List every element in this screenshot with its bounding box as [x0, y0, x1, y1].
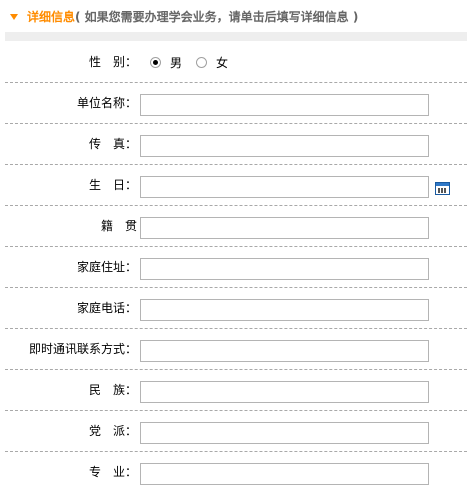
form-row-birthday: 生 日： — [5, 165, 467, 206]
form-row-im-contact: 即时通讯联系方式： — [5, 329, 467, 370]
form-row-fax: 传 真： — [5, 124, 467, 165]
fax-label: 传 真： — [88, 137, 137, 151]
home-phone-input[interactable] — [140, 299, 429, 321]
home-address-input[interactable] — [140, 258, 429, 280]
birthday-label: 生 日： — [88, 178, 137, 192]
gender-radio-group: 男 女 — [150, 42, 242, 82]
calendar-icon[interactable] — [435, 182, 450, 195]
form-row-gender: 性 别： 男 女 — [5, 42, 467, 83]
party-label: 党 派： — [88, 424, 137, 438]
form-row-company: 单位名称： — [5, 83, 467, 124]
im-contact-input[interactable] — [140, 340, 429, 362]
gender-female-label: 女 — [216, 55, 229, 70]
native-place-label: 籍 贯 — [100, 219, 137, 233]
section-title: 详细信息 — [27, 9, 76, 24]
form-row-home-address: 家庭住址： — [5, 247, 467, 288]
ethnicity-label: 民 族： — [88, 383, 137, 397]
fax-input[interactable] — [140, 135, 429, 157]
collapse-arrow-icon[interactable] — [10, 14, 18, 20]
ethnicity-input[interactable] — [140, 381, 429, 403]
gender-male-radio[interactable] — [150, 56, 161, 68]
form-row-home-phone: 家庭电话： — [5, 288, 467, 329]
home-phone-label: 家庭电话： — [76, 301, 137, 315]
form-row-major: 专 业： — [5, 452, 467, 493]
im-contact-label: 即时通讯联系方式： — [28, 342, 137, 356]
form-row-party: 党 派： — [5, 411, 467, 452]
section-subtitle: ( 如果您需要办理学会业务，请单击后填写详细信息 ) — [75, 9, 359, 24]
form-row-native-place: 籍 贯 — [5, 206, 467, 247]
company-label: 单位名称： — [76, 96, 137, 110]
major-input[interactable] — [140, 463, 429, 485]
party-input[interactable] — [140, 422, 429, 444]
home-address-label: 家庭住址： — [76, 260, 137, 274]
gender-female-radio[interactable] — [196, 56, 208, 68]
major-label: 专 业： — [88, 465, 137, 479]
company-input[interactable] — [140, 94, 429, 116]
section-header: 详细信息 ( 如果您需要办理学会业务，请单击后填写详细信息 ) — [0, 0, 467, 32]
form-row-ethnicity: 民 族： — [5, 370, 467, 411]
birthday-input[interactable] — [140, 176, 429, 198]
header-strip — [5, 32, 467, 41]
gender-male-label: 男 — [170, 55, 183, 70]
native-place-input[interactable] — [140, 217, 429, 239]
gender-label: 性 别： — [88, 55, 137, 69]
